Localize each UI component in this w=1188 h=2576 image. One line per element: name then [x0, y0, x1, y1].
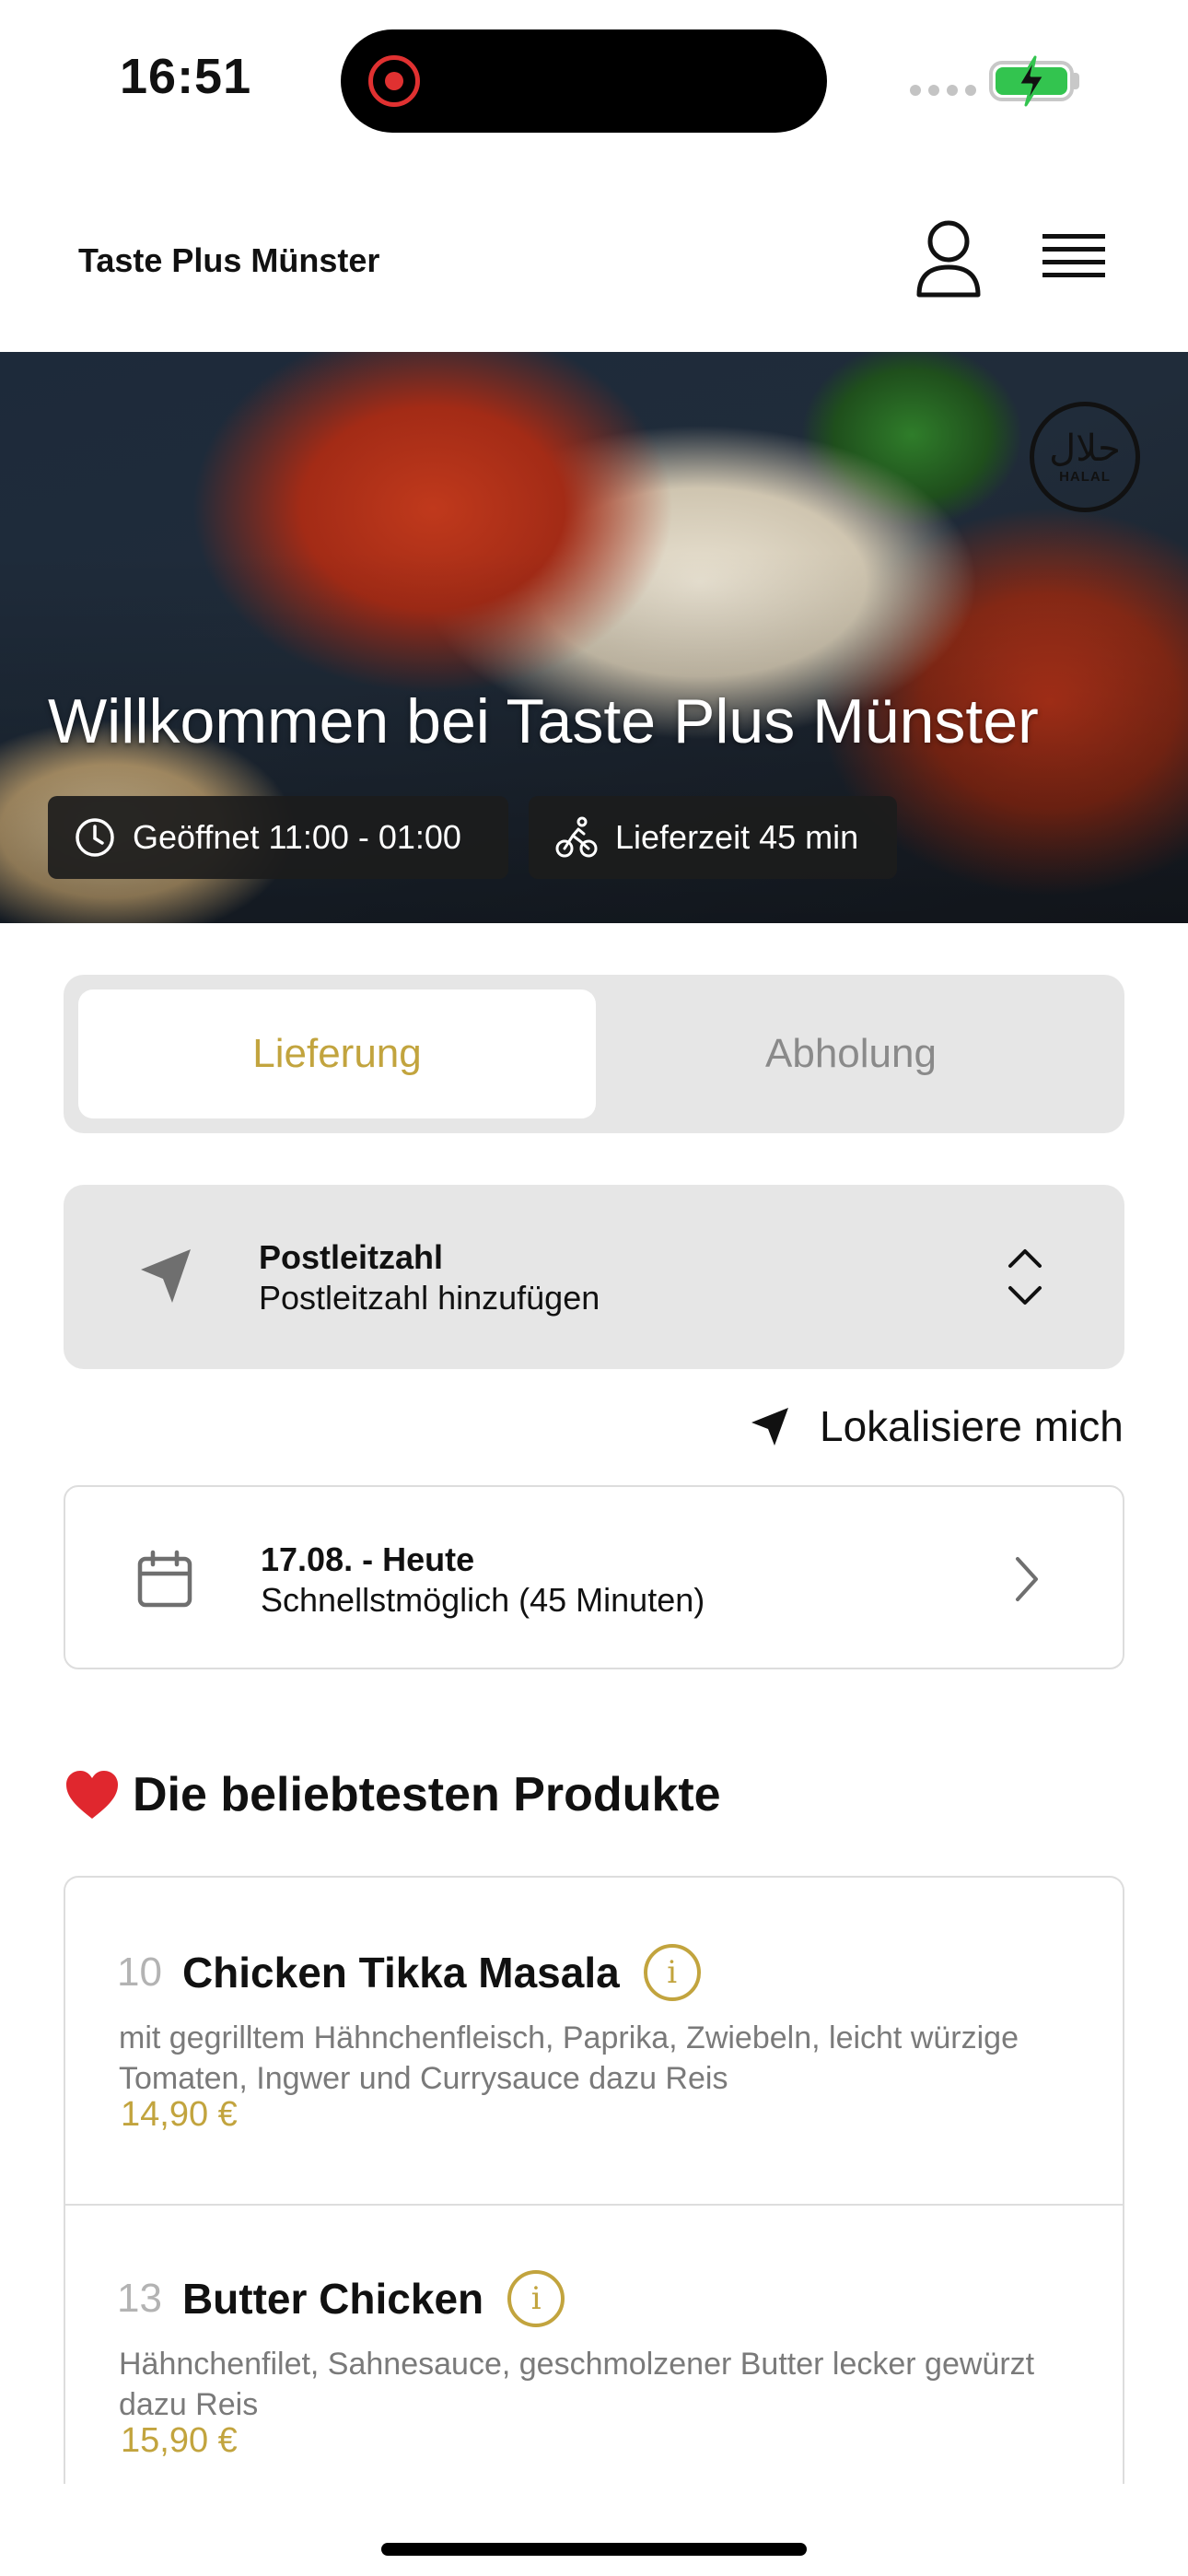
tab-delivery[interactable]: Lieferung	[78, 989, 596, 1118]
product-name: Butter Chicken	[181, 2275, 484, 2323]
product-header: 10 Chicken Tikka Masala i	[117, 1944, 701, 2001]
battery-cap	[1074, 73, 1079, 89]
charging-bolt-icon	[1017, 55, 1046, 107]
locate-me-label: Lokalisiere mich	[820, 1402, 1124, 1450]
product-description: Hähnchenfilet, Sahnesauce, geschmolzener…	[119, 2347, 1035, 2422]
postal-code-selector[interactable]: Postleitzahl Postleitzahl hinzufügen	[64, 1185, 1124, 1369]
chevron-right-icon	[1016, 1557, 1038, 1601]
account-button[interactable]	[912, 217, 985, 300]
opening-hours-text: Geöffnet 11:00 - 01:00	[133, 818, 461, 856]
product-number: 10	[117, 1950, 162, 1995]
halal-badge-label: HALAL	[1059, 468, 1111, 485]
brand-name: Taste Plus Münster	[78, 241, 380, 279]
postal-code-placeholder: Postleitzahl hinzufügen	[259, 1279, 600, 1317]
product-description: mit gegrilltem Hähnchenfleisch, Paprika,…	[119, 2020, 1019, 2096]
halal-badge: حلال HALAL	[1030, 402, 1140, 512]
product-number: 13	[117, 2276, 162, 2321]
status-time: 16:51	[120, 49, 252, 104]
clock-icon	[76, 818, 114, 857]
hero-banner: حلال HALAL Willkommen bei Taste Plus Mün…	[0, 352, 1188, 923]
tab-pickup[interactable]: Abholung	[592, 989, 1110, 1118]
home-indicator[interactable]	[381, 2543, 807, 2556]
screen-recording-icon	[368, 55, 420, 107]
menu-button[interactable]	[1039, 228, 1109, 287]
info-icon[interactable]: i	[507, 2270, 565, 2327]
delivery-date-selector[interactable]: 17.08. - Heute Schnellstmöglich (45 Minu…	[64, 1485, 1124, 1669]
product-header: 13 Butter Chicken i	[117, 2270, 565, 2327]
product-price: 14,90 €	[121, 2095, 238, 2134]
bicycle-courier-icon	[555, 816, 598, 858]
opening-hours-badge: Geöffnet 11:00 - 01:00	[48, 796, 508, 879]
product-price: 15,90 €	[121, 2421, 238, 2460]
location-arrow-icon	[751, 1408, 788, 1446]
status-bar: 16:51	[0, 0, 1188, 157]
hamburger-menu-icon	[1042, 234, 1105, 277]
user-icon	[916, 220, 981, 298]
halal-badge-arabic: حلال	[1049, 427, 1121, 470]
locate-me-button[interactable]: Lokalisiere mich	[748, 1397, 1124, 1456]
product-item[interactable]: 13 Butter Chicken i Hähnchenfilet, Sahne…	[65, 2206, 1123, 2484]
postal-code-label: Postleitzahl	[259, 1238, 444, 1276]
app-header: Taste Plus Münster	[0, 184, 1188, 352]
delivery-time-text: Lieferzeit 45 min	[615, 818, 859, 856]
welcome-title: Willkommen bei Taste Plus Münster	[48, 686, 1039, 756]
popular-products-list: 10 Chicken Tikka Masala i mit gegrilltem…	[64, 1876, 1124, 2484]
popular-products-title: Die beliebtesten Produkte	[133, 1768, 721, 1821]
delivery-time-badge: Lieferzeit 45 min	[529, 796, 897, 879]
chevron-up-down-icon	[1008, 1249, 1042, 1305]
product-name: Chicken Tikka Masala	[181, 1949, 620, 1996]
cellular-signal-icon	[910, 85, 976, 96]
dynamic-island	[341, 29, 827, 133]
heart-icon	[66, 1771, 118, 1819]
order-type-toggle: Lieferung Abholung	[64, 975, 1124, 1133]
location-arrow-icon	[141, 1249, 191, 1303]
delivery-time-option: Schnellstmöglich (45 Minuten)	[261, 1581, 705, 1619]
calendar-icon	[137, 1550, 192, 1608]
info-icon[interactable]: i	[643, 1944, 701, 2001]
product-item[interactable]: 10 Chicken Tikka Masala i mit gegrilltem…	[65, 1878, 1123, 2206]
delivery-date-title: 17.08. - Heute	[261, 1540, 475, 1578]
popular-products-heading: Die beliebtesten Produkte	[64, 1767, 721, 1822]
